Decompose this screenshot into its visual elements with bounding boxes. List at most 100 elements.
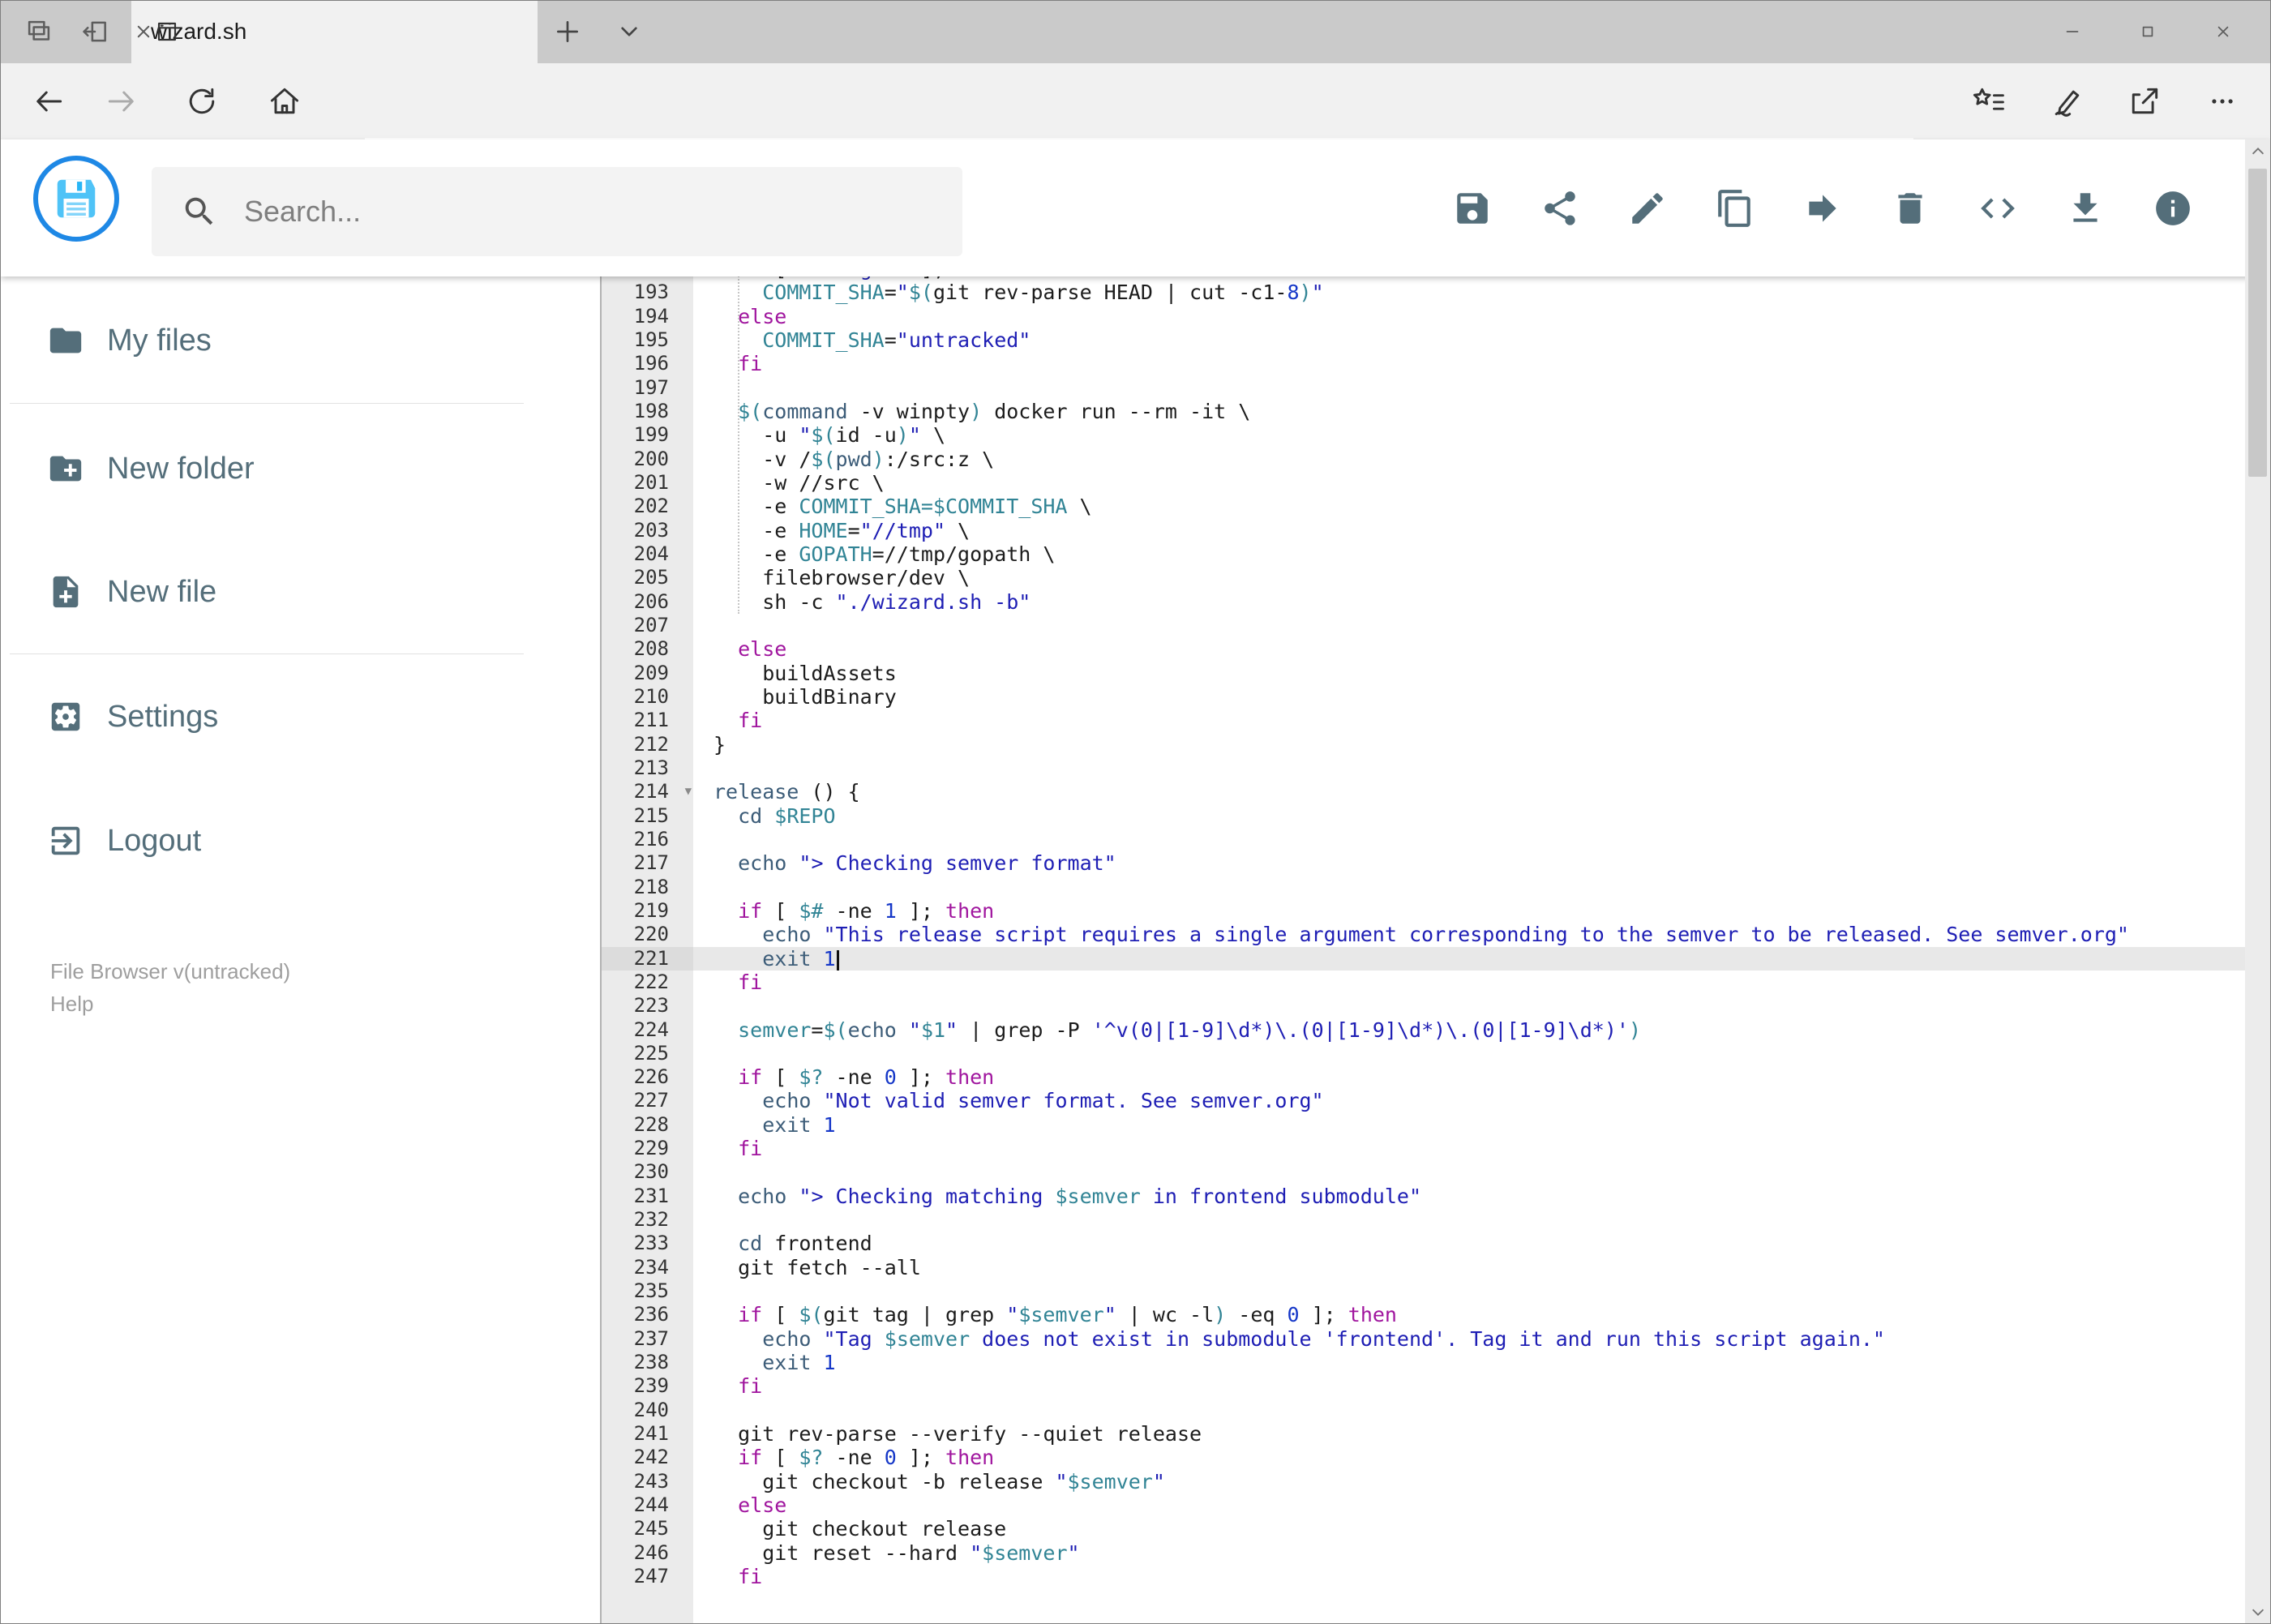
code-line-200[interactable]: 200 -v /$(pwd):/src:z \ bbox=[602, 448, 2245, 471]
code-line-text[interactable]: git checkout -b release "$semver" bbox=[693, 1470, 2245, 1493]
code-line-226[interactable]: 226 if [ $? -ne 0 ]; then bbox=[602, 1065, 2245, 1089]
forward-button[interactable] bbox=[104, 84, 139, 119]
code-line-text[interactable]: buildAssets bbox=[693, 662, 2245, 685]
browser-tab[interactable]: wizard.sh bbox=[131, 0, 538, 63]
code-line-text[interactable] bbox=[693, 876, 2245, 899]
code-line-225[interactable]: 225 bbox=[602, 1042, 2245, 1065]
code-line-240[interactable]: 240 bbox=[602, 1399, 2245, 1422]
code-line-text[interactable]: exit 1 bbox=[693, 1351, 2245, 1374]
code-line-text[interactable] bbox=[693, 1399, 2245, 1422]
maximize-button[interactable] bbox=[2110, 0, 2185, 63]
code-line-text[interactable]: if [ $# -ne 1 ]; then bbox=[693, 899, 2245, 923]
code-line-text[interactable]: fi bbox=[693, 352, 2245, 375]
sidebar-item-logout[interactable]: Logout bbox=[0, 816, 568, 866]
code-line-text[interactable]: git checkout release bbox=[693, 1517, 2245, 1540]
code-line-text[interactable]: COMMIT_SHA="untracked" bbox=[693, 328, 2245, 352]
code-line-text[interactable] bbox=[693, 828, 2245, 851]
code-line-204[interactable]: 204 -e GOPATH=//tmp/gopath \ bbox=[602, 542, 2245, 566]
code-line-text[interactable]: $(command -v winpty) docker run --rm -it… bbox=[693, 400, 2245, 423]
code-line-text[interactable]: git reset --hard "$semver" bbox=[693, 1541, 2245, 1565]
scroll-up-icon[interactable] bbox=[2245, 139, 2270, 164]
sidebar-item-new-file[interactable]: New file bbox=[0, 567, 568, 617]
code-line-text[interactable]: buildBinary bbox=[693, 685, 2245, 709]
code-line-212[interactable]: 212} bbox=[602, 733, 2245, 756]
help-link[interactable]: Help bbox=[50, 988, 93, 1020]
scroll-down-icon[interactable] bbox=[2245, 1600, 2270, 1624]
fold-toggle-icon[interactable]: ▼ bbox=[685, 780, 692, 803]
tab-previews-icon[interactable] bbox=[24, 16, 54, 47]
copy-button[interactable] bbox=[1715, 188, 1755, 229]
favorites-hub-icon[interactable] bbox=[1971, 84, 2007, 119]
sidebar-item-settings[interactable]: Settings bbox=[0, 692, 568, 742]
code-line-text[interactable]: fi bbox=[693, 971, 2245, 994]
code-line-text[interactable]: -v /$(pwd):/src:z \ bbox=[693, 448, 2245, 471]
search-input[interactable] bbox=[242, 194, 962, 229]
share-button[interactable] bbox=[1540, 188, 1580, 229]
code-line-241[interactable]: 241 git rev-parse --verify --quiet relea… bbox=[602, 1422, 2245, 1446]
close-window-button[interactable] bbox=[2185, 0, 2260, 63]
code-line-text[interactable] bbox=[693, 756, 2245, 780]
set-tabs-aside-icon[interactable] bbox=[79, 16, 110, 47]
code-line-230[interactable]: 230 bbox=[602, 1160, 2245, 1184]
code-line-231[interactable]: 231 echo "> Checking matching $semver in… bbox=[602, 1185, 2245, 1208]
code-line-text[interactable]: echo "Tag $semver does not exist in subm… bbox=[693, 1327, 2245, 1351]
code-line-text[interactable] bbox=[693, 1042, 2245, 1065]
code-line-207[interactable]: 207 bbox=[602, 614, 2245, 637]
code-line-text[interactable]: release () { bbox=[693, 780, 2245, 803]
more-options-icon[interactable] bbox=[2205, 84, 2240, 119]
code-line-246[interactable]: 246 git reset --hard "$semver" bbox=[602, 1541, 2245, 1565]
code-line-243[interactable]: 243 git checkout -b release "$semver" bbox=[602, 1470, 2245, 1493]
code-line-text[interactable]: else bbox=[693, 305, 2245, 328]
code-line-text[interactable]: } bbox=[693, 733, 2245, 756]
code-line-215[interactable]: 215 cd $REPO bbox=[602, 804, 2245, 828]
code-line-text[interactable]: exit 1 bbox=[693, 1113, 2245, 1137]
sidebar-item-new-folder[interactable]: New folder bbox=[0, 443, 568, 494]
back-button[interactable] bbox=[31, 84, 66, 119]
code-line-233[interactable]: 233 cd frontend bbox=[602, 1232, 2245, 1255]
scrollbar-thumb[interactable] bbox=[2248, 169, 2267, 477]
code-rows[interactable]: 192 if [ -d ".git" ]; then193 COMMIT_SHA… bbox=[602, 276, 2245, 1588]
tab-close-icon[interactable] bbox=[131, 19, 156, 44]
code-line-214[interactable]: 214 ▼ release () { bbox=[602, 780, 2245, 803]
code-line-text[interactable]: -e COMMIT_SHA=$COMMIT_SHA \ bbox=[693, 495, 2245, 518]
code-line-234[interactable]: 234 git fetch --all bbox=[602, 1256, 2245, 1279]
code-line-211[interactable]: 211 fi bbox=[602, 709, 2245, 732]
save-button[interactable] bbox=[1452, 188, 1493, 229]
code-line-242[interactable]: 242 if [ $? -ne 0 ]; then bbox=[602, 1446, 2245, 1469]
code-line-text[interactable]: exit 1 bbox=[693, 946, 2245, 971]
code-line-text[interactable]: git rev-parse --verify --quiet release bbox=[693, 1422, 2245, 1446]
code-line-206[interactable]: 206 sh -c "./wizard.sh -b" bbox=[602, 590, 2245, 614]
code-line-239[interactable]: 239 fi bbox=[602, 1374, 2245, 1398]
code-line-text[interactable]: fi bbox=[693, 1374, 2245, 1398]
code-line-202[interactable]: 202 -e COMMIT_SHA=$COMMIT_SHA \ bbox=[602, 495, 2245, 518]
code-line-195[interactable]: 195 COMMIT_SHA="untracked" bbox=[602, 328, 2245, 352]
code-line-198[interactable]: 198 $(command -v winpty) docker run --rm… bbox=[602, 400, 2245, 423]
move-button[interactable] bbox=[1802, 188, 1843, 229]
code-line-text[interactable]: filebrowser/dev \ bbox=[693, 566, 2245, 589]
code-line-220[interactable]: 220 echo "This release script requires a… bbox=[602, 923, 2245, 946]
code-line-text[interactable]: COMMIT_SHA="$(git rev-parse HEAD | cut -… bbox=[693, 281, 2245, 304]
code-line-196[interactable]: 196 fi bbox=[602, 352, 2245, 375]
code-line-text[interactable]: -u "$(id -u)" \ bbox=[693, 423, 2245, 447]
code-line-text[interactable]: -e GOPATH=//tmp/gopath \ bbox=[693, 542, 2245, 566]
code-line-text[interactable]: echo "This release script requires a sin… bbox=[693, 923, 2245, 946]
code-line-209[interactable]: 209 buildAssets bbox=[602, 662, 2245, 685]
sidebar-item-my-files[interactable]: My files bbox=[0, 315, 568, 366]
code-line-235[interactable]: 235 bbox=[602, 1279, 2245, 1303]
code-line-text[interactable]: cd $REPO bbox=[693, 804, 2245, 828]
code-line-193[interactable]: 193 COMMIT_SHA="$(git rev-parse HEAD | c… bbox=[602, 281, 2245, 304]
page-scrollbar[interactable] bbox=[2245, 139, 2270, 1624]
code-line-201[interactable]: 201 -w //src \ bbox=[602, 471, 2245, 495]
code-line-245[interactable]: 245 git checkout release bbox=[602, 1517, 2245, 1540]
filebrowser-logo[interactable] bbox=[33, 156, 119, 242]
code-line-247[interactable]: 247 fi bbox=[602, 1565, 2245, 1588]
code-line-219[interactable]: 219 if [ $# -ne 1 ]; then bbox=[602, 899, 2245, 923]
edit-button[interactable] bbox=[1627, 188, 1668, 229]
code-line-text[interactable] bbox=[693, 376, 2245, 400]
code-line-232[interactable]: 232 bbox=[602, 1208, 2245, 1232]
code-line-227[interactable]: 227 echo "Not valid semver format. See s… bbox=[602, 1089, 2245, 1112]
code-line-text[interactable] bbox=[693, 614, 2245, 637]
code-line-203[interactable]: 203 -e HOME="//tmp" \ bbox=[602, 519, 2245, 542]
code-line-text[interactable]: semver=$(echo "$1" | grep -P '^v(0|[1-9]… bbox=[693, 1018, 2245, 1042]
code-line-216[interactable]: 216 bbox=[602, 828, 2245, 851]
